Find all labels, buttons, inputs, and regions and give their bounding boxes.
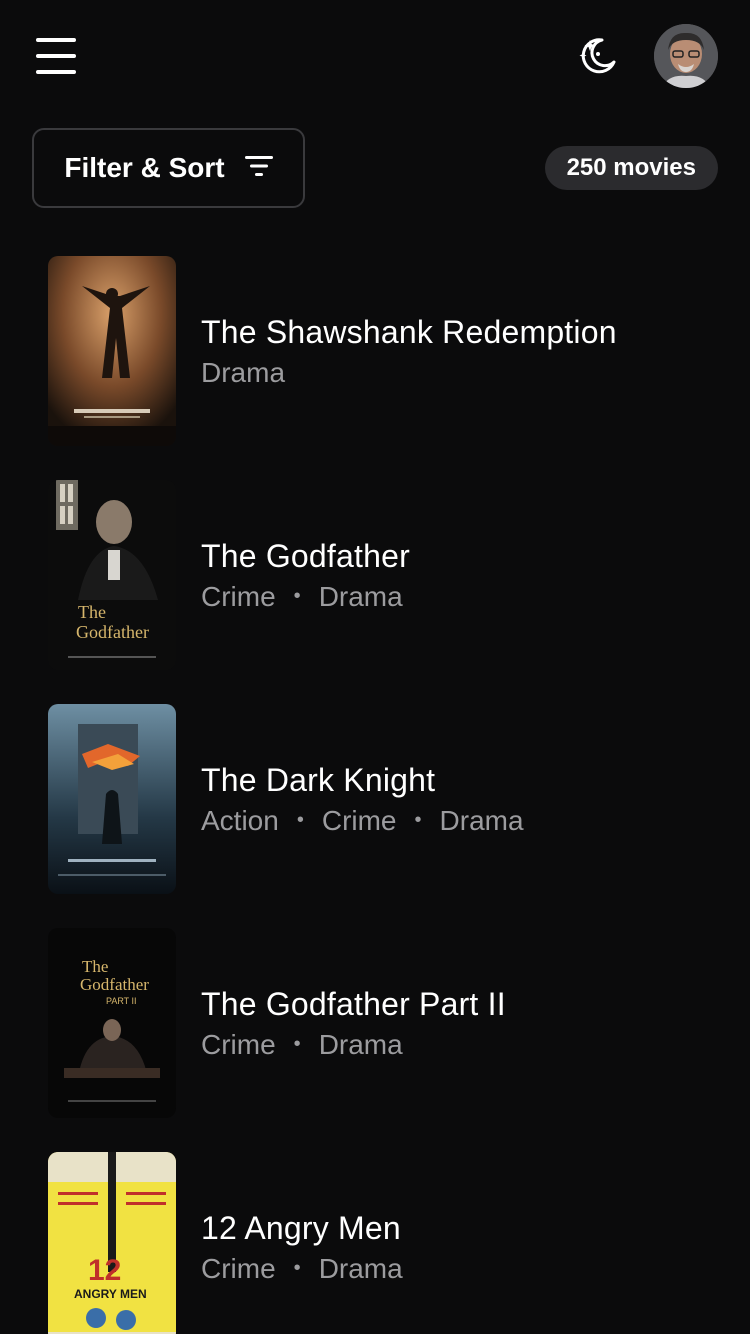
movie-info: The Shawshank Redemption Drama [201, 314, 617, 389]
movie-poster [48, 704, 176, 894]
movie-info: The Godfather Part II Crime • Drama [201, 986, 506, 1061]
svg-text:The: The [78, 602, 106, 622]
genre-label: Drama [318, 1252, 403, 1284]
movie-poster [48, 256, 176, 446]
movie-count-badge: 250 movies [544, 146, 718, 190]
genre-list: Crime • Drama [201, 581, 410, 613]
genre-label: Drama [201, 356, 286, 388]
movie-list-screen: Filter & Sort 250 movies The Shawshank R… [0, 0, 750, 1334]
svg-text:12: 12 [88, 1254, 121, 1287]
movie-item[interactable]: The Dark Knight Action • Crime • Drama [48, 704, 718, 894]
genre-list: Action • Crime • Drama [201, 805, 524, 837]
top-bar [0, 0, 750, 112]
movie-info: The Dark Knight Action • Crime • Drama [201, 762, 524, 837]
movie-item[interactable]: The Godfather The Godfather Crime • Dram… [48, 480, 718, 670]
genre-list: Crime • Drama [201, 1029, 506, 1061]
hamburger-menu-icon[interactable] [36, 38, 76, 74]
svg-text:ANGRY MEN: ANGRY MEN [74, 1287, 147, 1301]
movie-poster: The Godfather [48, 480, 176, 670]
filter-sort-button[interactable]: Filter & Sort [32, 128, 305, 208]
genre-label: Action [201, 804, 279, 836]
genre-list: Drama [201, 357, 617, 389]
genre-label: Crime [201, 1028, 276, 1060]
filter-lines-icon [244, 155, 273, 182]
svg-text:PART II: PART II [106, 996, 137, 1006]
movie-title: The Godfather Part II [201, 985, 506, 1022]
filter-sort-label: Filter & Sort [64, 152, 225, 183]
genre-separator: • [293, 1033, 301, 1055]
svg-text:The: The [82, 957, 108, 976]
movie-title: The Dark Knight [201, 761, 436, 798]
genre-label: Drama [439, 804, 524, 836]
genre-separator: • [293, 585, 301, 607]
svg-text:Godfather: Godfather [80, 975, 149, 994]
user-avatar[interactable] [654, 24, 718, 88]
movie-item[interactable]: 12 ANGRY MEN 12 Angry Men Crime • Drama [48, 1152, 718, 1334]
genre-separator: • [293, 1257, 301, 1279]
genre-label: Drama [318, 580, 403, 612]
movie-title: 12 Angry Men [201, 1209, 401, 1246]
genre-label: Crime [201, 1252, 276, 1284]
movie-item[interactable]: The Shawshank Redemption Drama [48, 256, 718, 446]
movie-info: The Godfather Crime • Drama [201, 538, 410, 613]
genre-list: Crime • Drama [201, 1253, 403, 1285]
movie-poster: The Godfather PART II [48, 928, 176, 1118]
genre-label: Crime [201, 580, 276, 612]
genre-label: Drama [318, 1028, 403, 1060]
genre-separator: • [296, 809, 304, 831]
movie-title: The Godfather [201, 537, 410, 574]
genre-label: Crime [321, 804, 397, 836]
genre-separator: • [414, 809, 422, 831]
movie-info: 12 Angry Men Crime • Drama [201, 1210, 403, 1285]
svg-text:Godfather: Godfather [76, 622, 149, 642]
movie-item[interactable]: The Godfather PART II The Godfather Part… [48, 928, 718, 1118]
moon-stars-icon[interactable] [576, 34, 620, 78]
movie-title: The Shawshank Redemption [201, 313, 617, 350]
movie-poster: 12 ANGRY MEN [48, 1152, 176, 1334]
